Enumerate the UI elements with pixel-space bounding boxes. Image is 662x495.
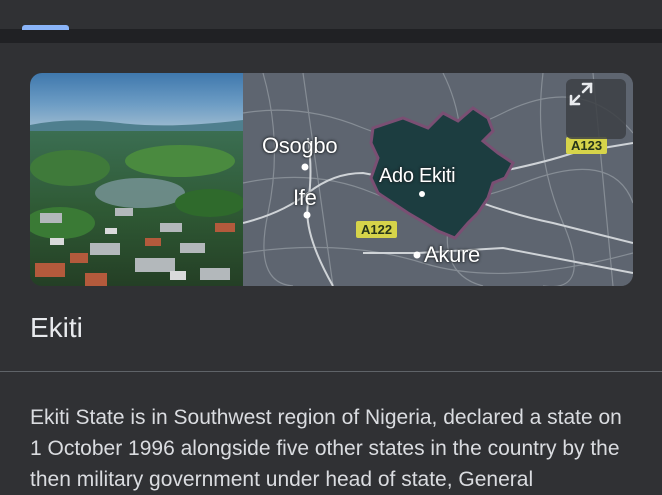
road-badge-a122: A122 — [356, 221, 398, 238]
entity-description: Ekiti State is in Southwest region of Ni… — [30, 406, 622, 491]
road-badge-a123: A123 — [566, 137, 608, 154]
map[interactable]: Osogbo Ife Ado Ekiti Akure A122 A123 — [243, 73, 633, 286]
expand-icon — [569, 82, 593, 106]
ekiti-photo[interactable] — [30, 73, 243, 286]
map-label-osogbo[interactable]: Osogbo — [262, 133, 338, 159]
map-label-akure[interactable]: Akure — [424, 242, 480, 268]
section-divider — [0, 371, 662, 372]
map-label-ife[interactable]: Ife — [293, 185, 317, 211]
media-card: Osogbo Ife Ado Ekiti Akure A122 A123 — [30, 73, 633, 286]
header-divider — [0, 29, 662, 43]
expand-map-button[interactable] — [566, 79, 626, 139]
entity-title: Ekiti — [30, 312, 83, 343]
active-tab-indicator — [22, 25, 69, 30]
map-label-ado-ekiti[interactable]: Ado Ekiti — [379, 165, 456, 188]
